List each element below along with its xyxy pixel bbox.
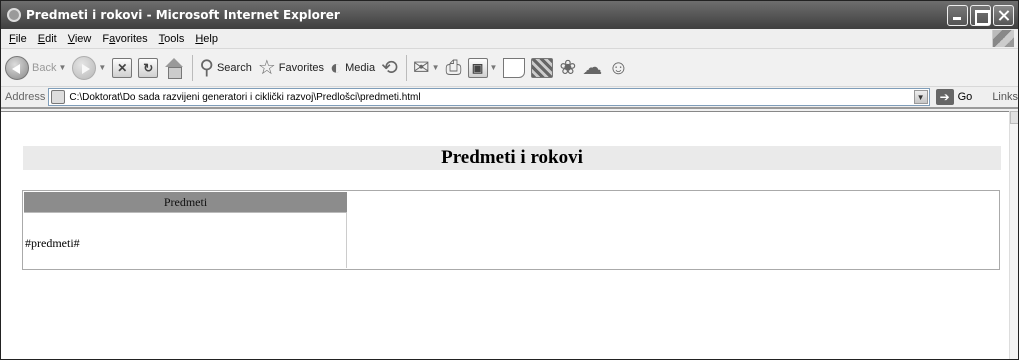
scroll-up-button[interactable] (1010, 111, 1018, 124)
mail-button[interactable]: ✉ ▼ (413, 58, 440, 78)
chat-icon[interactable]: ☁ (582, 58, 602, 78)
minimize-button[interactable] (947, 4, 968, 26)
menu-edit[interactable]: Edit (35, 33, 65, 45)
chevron-down-icon: ▼ (98, 63, 107, 72)
mail-icon: ✉ (412, 56, 430, 79)
page-icon (51, 90, 66, 104)
chevron-down-icon: ▼ (58, 63, 67, 72)
page-content: Predmeti i rokovi Predmeti #predmeti# (1, 111, 1009, 359)
browser-window: Predmeti i rokovi - Microsoft Internet E… (0, 0, 1019, 360)
home-button[interactable] (164, 57, 184, 79)
vertical-scrollbar[interactable] (1009, 111, 1018, 359)
search-icon: ⚲ (199, 56, 214, 79)
address-bar: Address C:\Doktorat\Do sada razvijeni ge… (1, 87, 1018, 109)
table-cell-text: #predmeti# (25, 236, 80, 250)
star-icon: ☆ (257, 56, 276, 79)
forward-arrow-icon (72, 55, 97, 80)
address-field[interactable]: C:\Doktorat\Do sada razvijeni generatori… (48, 88, 930, 106)
menu-file[interactable]: File (6, 33, 35, 45)
maximize-button[interactable] (970, 4, 991, 26)
windows-logo-icon (992, 30, 1014, 47)
media-button[interactable]: ◐ Media (330, 58, 375, 78)
chevron-down-icon: ▼ (431, 63, 440, 72)
print-button[interactable]: ⎙ (446, 58, 462, 78)
back-arrow-icon (5, 55, 29, 80)
subjects-table: Predmeti #predmeti# (22, 190, 1000, 270)
search-button[interactable]: ⚲ Search (199, 58, 252, 78)
favorites-button[interactable]: ☆ Favorites (258, 58, 324, 78)
menu-tools[interactable]: Tools (156, 33, 193, 45)
discuss-icon[interactable] (503, 57, 526, 78)
close-button[interactable] (993, 4, 1014, 26)
menu-bar: File Edit View Favorites Tools Help (1, 29, 1018, 49)
address-label: Address (5, 91, 46, 103)
toolbar-separator (405, 54, 407, 81)
edit-icon: ▣ (467, 57, 488, 78)
forward-button[interactable]: ▼ (72, 55, 107, 80)
stop-button[interactable]: ✕ (112, 57, 133, 78)
toolbar-separator (192, 54, 194, 81)
media-icon: ◐ (330, 56, 343, 79)
home-icon (164, 57, 184, 79)
address-dropdown-button[interactable]: ▼ (913, 90, 928, 104)
links-button[interactable]: Links (992, 91, 1018, 103)
history-button[interactable]: ⟲ (381, 58, 398, 78)
edit-button[interactable]: ▣ ▼ (467, 57, 498, 78)
go-arrow-icon: ➔ (935, 89, 954, 105)
page-heading: Predmeti i rokovi (23, 146, 1001, 170)
table-cell: #predmeti# (24, 212, 347, 268)
title-bar[interactable]: Predmeti i rokovi - Microsoft Internet E… (1, 1, 1018, 29)
chevron-down-icon: ▼ (489, 63, 498, 72)
contacts-icon[interactable]: ☺ (608, 58, 628, 78)
address-value: C:\Doktorat\Do sada razvijeni generatori… (69, 91, 421, 103)
refresh-button[interactable]: ↻ (138, 57, 159, 78)
menu-help[interactable]: Help (192, 33, 226, 45)
go-button[interactable]: ➔ Go (935, 89, 972, 105)
menu-view[interactable]: View (65, 33, 100, 45)
table-header-cell: Predmeti (24, 192, 347, 212)
window-controls (947, 4, 1014, 26)
window-title: Predmeti i rokovi - Microsoft Internet E… (26, 8, 340, 22)
messenger-icon[interactable]: ❀ (559, 58, 576, 78)
history-icon: ⟲ (381, 56, 398, 79)
back-button[interactable]: Back ▼ (5, 55, 67, 80)
stop-icon: ✕ (112, 57, 133, 78)
standard-toolbar: Back ▼ ▼ ✕ ↻ ⚲ Search ☆ Favorites ◐ Medi… (1, 49, 1018, 87)
menu-favorites[interactable]: Favorites (99, 33, 155, 45)
ie-icon (7, 8, 21, 22)
research-icon[interactable] (531, 57, 554, 78)
refresh-icon: ↻ (138, 57, 159, 78)
print-icon: ⎙ (445, 56, 462, 79)
